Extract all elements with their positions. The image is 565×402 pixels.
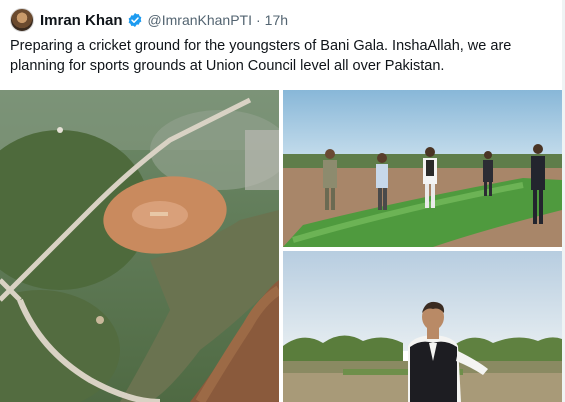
- tweet-card[interactable]: Imran Khan @ImranKhanPTI · 17h Preparing…: [0, 0, 565, 402]
- author-avatar[interactable]: [10, 8, 34, 32]
- tweet-timestamp[interactable]: 17h: [265, 12, 288, 28]
- author-name[interactable]: Imran Khan: [40, 12, 123, 29]
- header-separator: ·: [256, 12, 261, 28]
- author-handle[interactable]: @ImranKhanPTI: [148, 12, 252, 28]
- media-photo-group-on-pitch[interactable]: [283, 90, 562, 247]
- tweet-text: Preparing a cricket ground for the young…: [10, 38, 512, 74]
- verified-badge-icon: [127, 12, 143, 28]
- tweet-header: Imran Khan @ImranKhanPTI · 17h: [10, 8, 288, 32]
- tweet-media-grid: [0, 90, 565, 402]
- media-photo-man-standing[interactable]: [283, 251, 562, 402]
- media-photo-aerial-ground[interactable]: [0, 90, 279, 402]
